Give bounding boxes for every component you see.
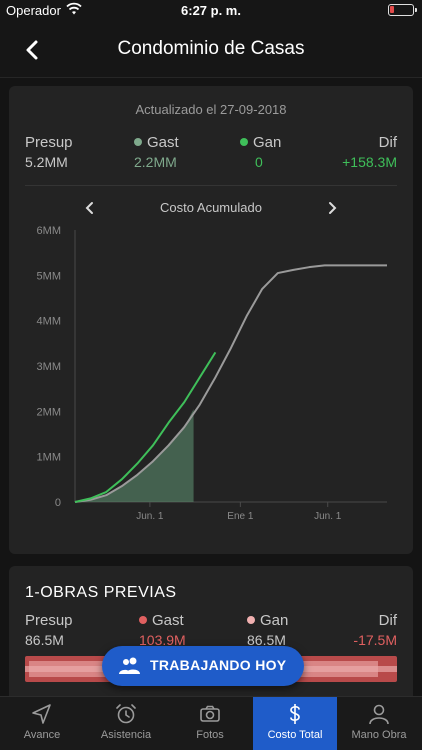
chevron-right-icon[interactable] [323, 199, 341, 217]
series-line-0 [74, 264, 387, 503]
x-tick-label: Jun. 1 [314, 511, 342, 522]
stat-presup: Presup 86.5M [25, 612, 73, 648]
stat-dif: Dif -17.5M [353, 612, 397, 648]
person-icon [369, 704, 389, 725]
stat-value: +158.3M [342, 154, 397, 170]
stat-gan: Gan 0 [240, 134, 281, 170]
stat-gast: Gast 2.2MM [134, 134, 179, 170]
tab-avance[interactable]: Avance [0, 697, 84, 750]
stat-dif: Dif +158.3M [342, 134, 397, 170]
stat-value: 86.5M [25, 632, 64, 648]
tab-costo-total[interactable]: Costo Total [253, 697, 337, 750]
nav-bar: Condominio de Casas [0, 22, 422, 78]
navigation-arrow-icon [32, 704, 51, 724]
tab-label: Avance [23, 729, 61, 741]
gan-dot-icon [240, 138, 248, 146]
stat-value: 0 [255, 154, 263, 170]
stat-label: Gan [260, 612, 289, 629]
tab-asistencia[interactable]: Asistencia [84, 697, 168, 750]
stat-gast: Gast 103.9M [139, 612, 186, 648]
trabajando-hoy-button[interactable]: TRABAJANDO HOY [102, 646, 304, 686]
y-tick-label: 6MM [37, 225, 61, 237]
tab-label: Fotos [196, 729, 224, 741]
y-tick-label: 0 [55, 497, 61, 509]
gast-dot-icon [134, 138, 142, 146]
chart-header: Costo Acumulado [9, 198, 413, 218]
updated-label: Actualizado el 27-09-2018 [135, 102, 287, 117]
camera-icon [200, 705, 220, 722]
stat-presup: Presup 5.2MM [25, 134, 73, 170]
gast-dot-icon [139, 616, 147, 624]
tab-bar: Avance Asistencia Fotos Costo Total Mano… [0, 696, 422, 750]
tab-label: Costo Total [267, 729, 323, 741]
stat-gan: Gan 86.5M [247, 612, 288, 648]
status-bar: Operador 6:27 p. m. [0, 0, 422, 22]
people-icon [119, 657, 140, 674]
clock: 6:27 p. m. [181, 3, 241, 18]
cost-chart: 0 1MM 2MM 3MM 4MM 5MM 6MM Jun. 1 Ene 1 Jun. 1 [37, 225, 387, 522]
summary-card: Actualizado el 27-09-2018 Presup 5.2MM G… [9, 86, 413, 554]
stat-label: Gast [152, 612, 184, 629]
chart-title: Costo Acumulado [160, 200, 262, 215]
stat-label: Dif [378, 612, 397, 629]
battery-icon [388, 4, 417, 16]
section-title: 1-OBRAS PREVIAS [25, 584, 177, 601]
y-tick-label: 2MM [37, 406, 61, 418]
tab-label: Asistencia [100, 729, 152, 741]
stat-label: Presup [25, 134, 73, 151]
x-tick-label: Ene 1 [227, 511, 254, 522]
gan-dot-icon [247, 616, 255, 624]
y-tick-label: 1MM [37, 452, 61, 464]
y-tick-label: 3MM [37, 361, 61, 373]
divider [25, 185, 397, 186]
tab-mano-obra[interactable]: Mano Obra [337, 697, 421, 750]
tab-fotos[interactable]: Fotos [168, 697, 252, 750]
stat-value: 5.2MM [25, 154, 68, 170]
stat-label: Dif [378, 134, 397, 151]
tab-label: Mano Obra [351, 729, 407, 741]
shaded-area [75, 409, 194, 502]
stat-value: 2.2MM [134, 154, 177, 170]
stat-label: Gast [147, 134, 179, 151]
y-tick-label: 5MM [37, 270, 61, 282]
stat-label: Presup [25, 612, 73, 629]
dollar-icon [290, 704, 300, 724]
y-tick-label: 4MM [37, 316, 61, 328]
alarm-clock-icon [116, 704, 136, 724]
stat-value: -17.5M [353, 632, 397, 648]
x-tick-label: Jun. 1 [136, 511, 164, 522]
page-title: Condominio de Casas [117, 38, 305, 59]
stat-label: Gan [253, 134, 282, 151]
fab-label: TRABAJANDO HOY [150, 657, 287, 673]
